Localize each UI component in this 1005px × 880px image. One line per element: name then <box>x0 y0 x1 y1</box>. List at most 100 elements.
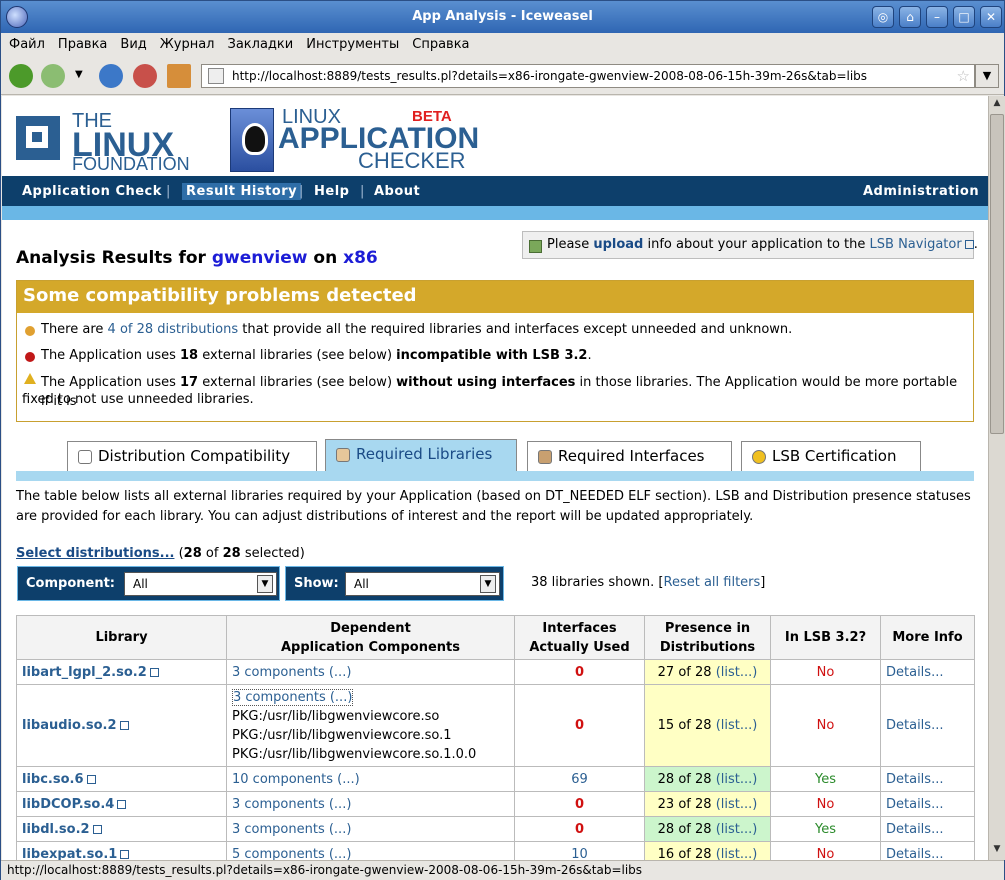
list-link[interactable]: (list...) <box>716 772 758 787</box>
menu-help[interactable]: Справка <box>404 33 474 52</box>
components-link[interactable]: 3 components (...) <box>226 791 515 817</box>
components-cell: 3 components (...) PKG:/usr/lib/libgwenv… <box>226 684 515 767</box>
libraries-table: Library Dependent Application Components … <box>16 615 975 860</box>
forward-arrow-icon[interactable] <box>41 64 65 88</box>
maximize-icon[interactable]: □ <box>953 6 975 28</box>
menu-edit[interactable]: Правка <box>50 33 112 52</box>
table-description: The table below lists all external libra… <box>16 489 971 524</box>
details-link[interactable]: Details... <box>880 841 975 860</box>
interfaces-used[interactable]: 69 <box>514 766 645 792</box>
components-link[interactable]: 3 components (...) <box>232 688 354 706</box>
library-link[interactable]: libexpat.so.1 <box>22 847 117 861</box>
components-link[interactable]: 3 components (...) <box>226 816 515 842</box>
nav-administration[interactable]: Administration <box>863 184 979 199</box>
menu-file[interactable]: Файл <box>1 33 50 52</box>
r2b: external libraries (see below) <box>202 348 393 363</box>
menu-history[interactable]: Журнал <box>152 33 220 52</box>
lac-logo-checker: CHECKER <box>358 148 466 173</box>
details-link[interactable]: Details... <box>880 766 975 792</box>
scroll-up-icon[interactable]: ▲ <box>991 98 1003 112</box>
component-select[interactable]: All ▼ <box>124 572 277 596</box>
tab-lsb-certification[interactable]: LSB Certification <box>741 441 921 471</box>
lsb-status: No <box>770 684 881 767</box>
lsb-navigator-link[interactable]: LSB Navigator <box>870 237 962 252</box>
library-icon <box>336 448 350 462</box>
title-bar[interactable]: App Analysis - Iceweasel ◎ ⌂ – □ ✕ <box>1 1 1004 33</box>
menu-icon[interactable]: ◎ <box>872 6 894 28</box>
site-icon <box>208 68 224 84</box>
tab-label-2: Required Interfaces <box>558 447 705 465</box>
details-link[interactable]: Details... <box>880 791 975 817</box>
upload-link[interactable]: upload <box>593 237 643 252</box>
nav-help[interactable]: Help <box>314 184 349 199</box>
close-icon[interactable]: ✕ <box>980 6 1002 28</box>
history-dropdown-icon[interactable]: ▼ <box>75 69 83 80</box>
page-header: THE LINUX FOUNDATION LINUX APPLICATION C… <box>2 96 988 176</box>
tab-required-libraries[interactable]: Required Libraries <box>325 439 517 471</box>
menu-bookmarks[interactable]: Закладки <box>220 33 299 52</box>
red-dot-icon <box>25 352 35 362</box>
tab-required-interfaces[interactable]: Required Interfaces <box>527 441 732 471</box>
menu-tools[interactable]: Инструменты <box>298 33 404 52</box>
nav-sep-1: | <box>166 184 171 199</box>
select-distributions-link[interactable]: Select distributions... <box>16 546 174 561</box>
logo-foundation: FOUNDATION <box>72 154 190 174</box>
table-row: libart_lgpl_2.so.2 3 components (...) 0 … <box>16 659 975 685</box>
interfaces-used[interactable]: 10 <box>514 841 645 860</box>
arch-link[interactable]: x86 <box>343 248 378 268</box>
home-icon[interactable] <box>167 64 191 88</box>
sel-selected: selected) <box>244 546 305 561</box>
table-row: libaudio.so.2 3 components (...) PKG:/us… <box>16 684 975 767</box>
stop-icon[interactable] <box>133 64 157 88</box>
components-link[interactable]: 3 components (...) <box>226 659 515 685</box>
bookmark-star-icon[interactable]: ☆ <box>957 67 970 85</box>
vertical-scrollbar[interactable]: ▲ ▼ <box>988 96 1005 860</box>
h6: More Info <box>892 630 963 645</box>
show-label: Show: <box>294 576 339 591</box>
h4a: Presence in <box>664 620 751 636</box>
list-link[interactable]: (list...) <box>716 665 758 680</box>
reload-icon[interactable] <box>99 64 123 88</box>
url-field[interactable]: http://localhost:8889/tests_results.pl?d… <box>201 64 975 88</box>
tab-distribution-compatibility[interactable]: Distribution Compatibility <box>67 441 317 471</box>
warning-heading: Some compatibility problems detected <box>17 281 973 313</box>
status-bar: http://localhost:8889/tests_results.pl?d… <box>1 860 1004 880</box>
details-link[interactable]: Details... <box>880 684 975 767</box>
menu-bar: Файл Правка Вид Журнал Закладки Инструменты Сп… <box>1 33 1004 57</box>
nav-result-history[interactable]: Result History <box>182 183 302 200</box>
list-link[interactable]: (list...) <box>716 822 758 837</box>
library-link[interactable]: libDCOP.so.4 <box>22 797 114 812</box>
nav-application-check[interactable]: Application Check <box>22 184 162 199</box>
presence-count: 27 of 28 <box>657 664 712 680</box>
list-link[interactable]: (list...) <box>716 718 758 733</box>
presence-count: 16 of 28 <box>657 846 712 861</box>
details-link[interactable]: Details... <box>880 659 975 685</box>
app-name-link[interactable]: gwenview <box>212 248 308 268</box>
page-content: THE LINUX FOUNDATION LINUX APPLICATION C… <box>2 96 988 860</box>
library-link[interactable]: libc.so.6 <box>22 772 84 787</box>
components-link[interactable]: 5 components (...) <box>226 841 515 860</box>
url-dropdown-icon[interactable]: ▼ <box>975 64 999 88</box>
browser-window: App Analysis - Iceweasel ◎ ⌂ – □ ✕ Файл П… <box>0 0 1005 880</box>
menu-view[interactable]: Вид <box>112 33 151 52</box>
minimize-icon[interactable]: – <box>926 6 948 28</box>
library-link[interactable]: libaudio.so.2 <box>22 718 117 733</box>
list-link[interactable]: (list...) <box>716 847 758 861</box>
library-link[interactable]: libart_lgpl_2.so.2 <box>22 665 147 680</box>
presence-count: 28 of 28 <box>657 771 712 787</box>
details-link[interactable]: Details... <box>880 816 975 842</box>
external-link-icon <box>86 774 96 784</box>
distributions-link[interactable]: 4 of 28 distributions <box>108 322 239 337</box>
scroll-down-icon[interactable]: ▼ <box>991 844 1003 858</box>
scrollbar-thumb[interactable] <box>990 114 1004 434</box>
table-row: libdl.so.2 3 components (...) 0 28 of 28… <box>16 816 975 842</box>
components-link[interactable]: 10 components (...) <box>226 766 515 792</box>
list-link[interactable]: (list...) <box>716 797 758 812</box>
shade-icon[interactable]: ⌂ <box>899 6 921 28</box>
back-arrow-icon[interactable] <box>9 64 33 88</box>
reset-filters-link[interactable]: Reset all filters <box>664 575 761 590</box>
show-select[interactable]: All ▼ <box>345 572 500 596</box>
library-link[interactable]: libdl.so.2 <box>22 822 90 837</box>
nav-about[interactable]: About <box>374 184 420 199</box>
col-more-info: More Info <box>880 615 975 660</box>
